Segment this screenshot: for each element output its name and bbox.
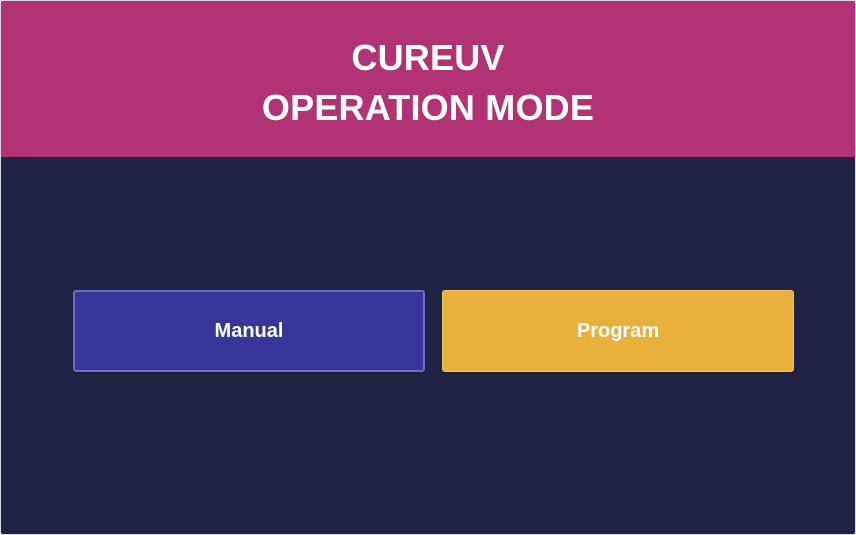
app-title: CUREUV [351,37,505,78]
header-banner: CUREUV OPERATION MODE [1,1,855,157]
manual-mode-button[interactable]: Manual [73,290,425,372]
screen-title: OPERATION MODE [261,87,595,128]
program-mode-button[interactable]: Program [442,290,794,372]
manual-mode-label: Manual [214,319,284,342]
operation-mode-screen: CUREUV OPERATION MODE Manual Program [0,0,856,535]
program-mode-label: Program [576,319,660,342]
